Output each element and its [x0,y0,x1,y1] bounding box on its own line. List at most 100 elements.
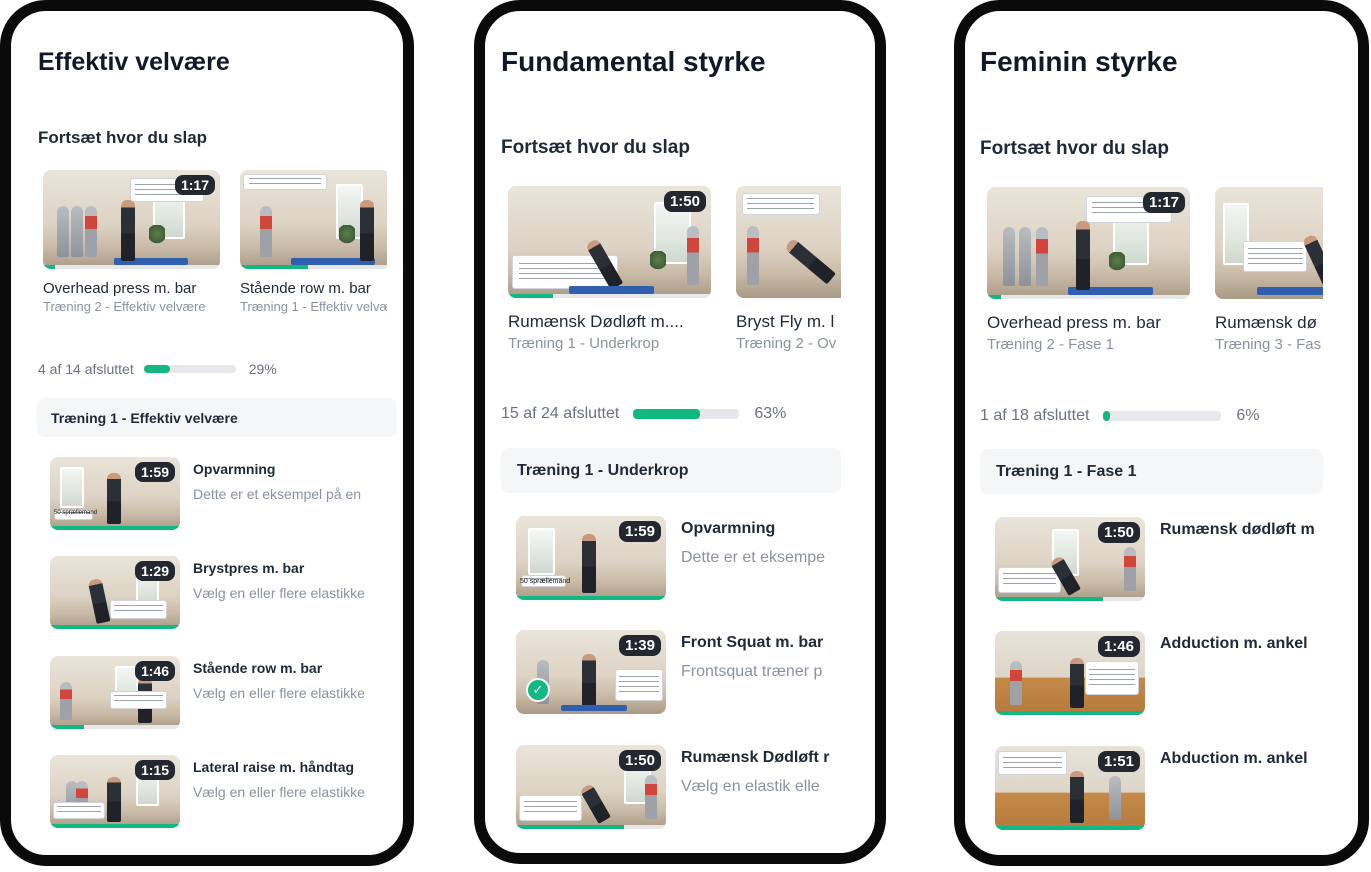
continue-card[interactable]: Rumænsk dø Træning 3 - Fas [1215,187,1323,357]
exercise-title: Lateral raise m. håndtag [193,759,355,775]
exercise-description: Vælg en eller flere elastikke [193,784,365,800]
exercise-title: Brystpres m. bar [193,560,305,576]
video-progress [995,826,1145,830]
exercise-title: Stående row m. bar [193,660,323,676]
workout-group-header[interactable]: Træning 1 - Underkrop [501,448,841,493]
video-thumbnail[interactable]: 1:50 [508,186,711,298]
video-thumbnail[interactable]: 1:46 [995,631,1145,715]
video-thumbnail[interactable]: 1:17 [987,187,1190,299]
exercise-list-item[interactable]: 1:50 Rumænsk Dødløft r Vælg en elastik e… [516,745,841,829]
program-progress: 1 af 18 afsluttet 6% [980,407,1260,425]
video-thumbnail[interactable] [736,186,841,298]
duration-badge: 1:50 [618,750,661,772]
card-title: Stående row m. bar [240,280,371,297]
exercise-list-item[interactable]: 1:29 Brystpres m. bar Vælg en eller fler… [50,556,397,629]
progress-bar [633,409,740,419]
video-thumbnail[interactable] [1215,187,1323,299]
exercise-title: Adduction m. ankel [1160,635,1308,652]
duration-badge: 1:39 [618,635,661,657]
workout-group-header[interactable]: Træning 1 - Effektiv velvære [37,398,397,437]
exercise-description: Dette er et eksempe [681,549,826,566]
card-title: Bryst Fly m. l [736,312,835,331]
card-subtitle: Træning 1 - Effektiv velvære [240,299,387,314]
continue-card[interactable]: 1:50 Rumænsk Dødløft m.... Træning 1 - U… [508,186,736,356]
video-caption: 50 sprællemand [54,510,98,516]
video-thumbnail[interactable]: 1:51 [995,746,1145,830]
duration-badge: 1:17 [174,175,215,196]
exercise-title: Opvarmning [193,461,276,477]
progress-percent: 63% [754,405,787,422]
exercise-list-item[interactable]: ✓ 1:39 Front Squat m. bar Frontsquat træ… [516,630,841,714]
video-progress [50,824,180,828]
video-thumbnail[interactable]: 50 sprællemand 1:59 [50,457,180,530]
continue-heading: Fortsæt hvor du slap [980,138,1169,159]
duration-badge: 1:46 [1097,636,1140,658]
program-progress: 4 af 14 afsluttet 29% [38,361,277,377]
continue-heading: Fortsæt hvor du slap [38,128,208,147]
exercise-title: Rumænsk Dødløft r [681,749,830,766]
video-thumbnail[interactable]: 1:46 [50,656,180,729]
video-thumbnail[interactable]: 1:17 [43,170,220,269]
duration-badge: 1:46 [134,661,175,682]
phone-frame-fundamental-styrke: Fundamental styrke Fortsæt hvor du slap … [474,0,886,864]
video-thumbnail[interactable] [240,170,387,269]
video-progress [240,265,387,269]
video-thumbnail[interactable]: 1:50 [995,517,1145,601]
card-subtitle: Træning 2 - Fase 1 [987,336,1114,353]
duration-badge: 1:50 [663,191,706,213]
program-title: Effektiv velvære [38,48,230,76]
phone-frame-effektiv-velvaere: Effektiv velvære Fortsæt hvor du slap 1:… [0,0,414,866]
exercise-list-item[interactable]: 1:15 Lateral raise m. håndtag Vælg en el… [50,755,397,828]
video-caption: 50 sprællemand [520,578,571,585]
exercise-list-item[interactable]: 1:51 Abduction m. ankel [995,746,1323,830]
exercise-list-item[interactable]: 50 sprællemand 1:59 Opvarmning Dette er … [50,457,397,530]
continue-carousel[interactable]: 1:50 Rumænsk Dødløft m.... Træning 1 - U… [508,186,841,356]
video-progress [50,526,180,530]
exercise-title: Opvarmning [681,520,776,537]
progress-text: 15 af 24 afsluttet [501,405,620,422]
workout-group-header[interactable]: Træning 1 - Fase 1 [980,449,1323,494]
video-thumbnail[interactable]: ✓ 1:39 [516,630,666,714]
exercise-title: Front Squat m. bar [681,634,824,651]
exercise-description: Dette er et eksempel på en [193,486,362,502]
program-progress: 15 af 24 afsluttet 63% [501,405,786,423]
exercise-list-item[interactable]: 50 sprællemand 1:59 Opvarmning Dette er … [516,516,841,600]
duration-badge: 1:50 [1097,522,1140,544]
continue-card[interactable]: Bryst Fly m. l Træning 2 - Ov [736,186,841,356]
continue-carousel[interactable]: 1:17 Overhead press m. bar Træning 2 - F… [987,187,1323,357]
continue-heading: Fortsæt hvor du slap [501,137,690,158]
program-title: Feminin styrke [980,46,1178,77]
video-progress [50,625,180,629]
video-progress [995,711,1145,715]
progress-bar [143,365,236,373]
exercise-list-item[interactable]: 1:46 Adduction m. ankel [995,631,1323,715]
video-progress [43,265,220,269]
card-subtitle: Træning 3 - Fas [1215,336,1322,353]
continue-card[interactable]: 1:17 Overhead press m. bar Træning 2 - E… [43,170,240,320]
video-thumbnail[interactable]: 1:50 [516,745,666,829]
exercise-title: Abduction m. ankel [1160,750,1308,767]
video-thumbnail[interactable]: 50 sprællemand 1:59 [516,516,666,600]
continue-carousel[interactable]: 1:17 Overhead press m. bar Træning 2 - E… [43,170,387,320]
duration-badge: 1:17 [1142,192,1185,214]
video-thumbnail[interactable]: 1:29 [50,556,180,629]
card-title: Overhead press m. bar [43,280,197,297]
video-thumbnail[interactable]: 1:15 [50,755,180,828]
video-progress [995,597,1145,601]
card-subtitle: Træning 1 - Underkrop [508,335,660,352]
card-title: Rumænsk Dødløft m.... [508,312,684,331]
progress-bar [1103,411,1222,421]
exercise-description: Vælg en eller flere elastikke [193,685,365,701]
progress-percent: 6% [1236,407,1260,424]
video-progress [516,825,666,829]
exercise-list-item[interactable]: 1:46 Stående row m. bar Vælg en eller fl… [50,656,397,729]
duration-badge: 1:15 [134,760,175,781]
continue-card[interactable]: Stående row m. bar Træning 1 - Effektiv … [240,170,387,320]
exercise-list-item[interactable]: 1:50 Rumænsk dødløft m [995,517,1323,601]
card-subtitle: Træning 2 - Ov [736,335,837,352]
exercise-description: Vælg en elastik elle [681,778,820,795]
continue-card[interactable]: 1:17 Overhead press m. bar Træning 2 - F… [987,187,1215,357]
card-subtitle: Træning 2 - Effektiv velvære [43,299,206,314]
duration-badge: 1:59 [134,462,175,483]
progress-percent: 29% [248,361,277,377]
